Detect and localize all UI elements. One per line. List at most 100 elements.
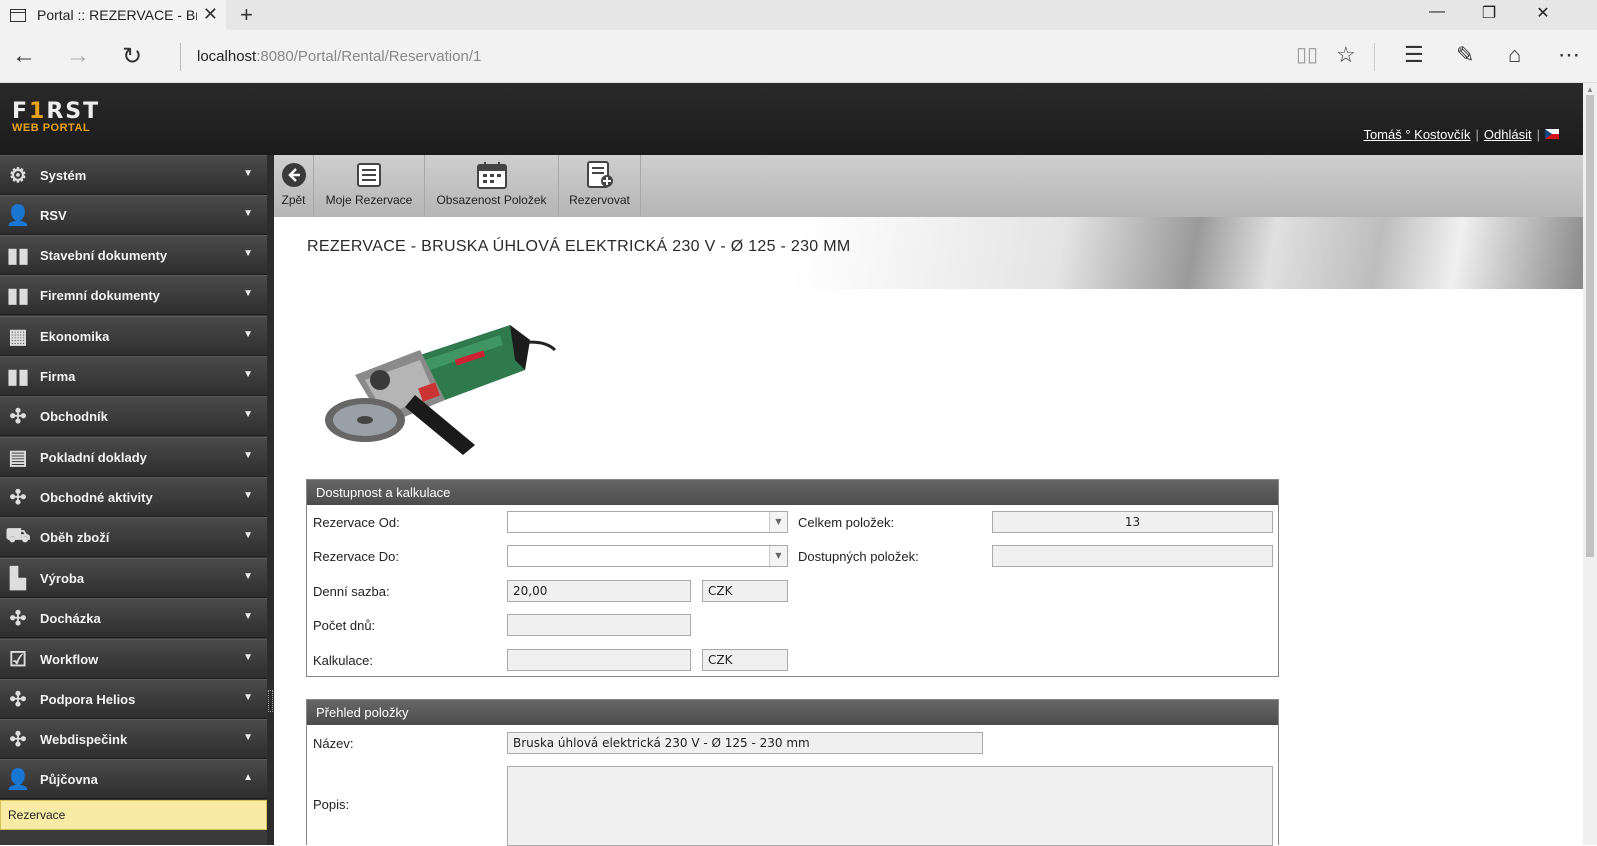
item-name-field[interactable]: Bruska úhlová elektrická 230 V - Ø 125 -… xyxy=(507,732,983,754)
gear-icon: ⚙ xyxy=(9,164,27,187)
factory-icon: ▙ xyxy=(10,567,26,590)
share-icon[interactable]: ⌂ xyxy=(1508,42,1521,68)
toolbar-divider xyxy=(1374,43,1375,71)
scroll-thumb[interactable] xyxy=(1586,95,1594,557)
my-reservations-button[interactable]: Moje Rezervace xyxy=(314,155,425,217)
truck-icon: ⛟ xyxy=(5,524,31,547)
calculation-currency-field[interactable]: CZK xyxy=(702,649,788,671)
sidebar-item-construction-docs[interactable]: ▮▮ Stavební dokumenty ▼ xyxy=(0,235,267,275)
czech-flag-icon[interactable] xyxy=(1545,129,1559,139)
chevron-down-icon: ▼ xyxy=(243,530,253,541)
calculation-field[interactable] xyxy=(507,649,691,671)
occupancy-button[interactable]: Obsazenost Položek xyxy=(425,155,559,217)
sidebar-item-business-activities[interactable]: ✣ Obchodné aktivity ▼ xyxy=(0,477,267,517)
sidebar-subitem-reservation[interactable]: Rezervace xyxy=(0,800,267,830)
daily-rate-label: Denní sazba: xyxy=(313,584,390,599)
reading-view-icon[interactable]: ▯▯ xyxy=(1296,42,1318,67)
daily-rate-currency-field[interactable]: CZK xyxy=(702,580,788,602)
daily-rate-field[interactable]: 20,00 xyxy=(507,580,691,602)
chevron-down-icon[interactable]: ▼ xyxy=(769,512,787,532)
document-icon: ▤ xyxy=(8,446,28,469)
chevron-down-icon[interactable]: ▼ xyxy=(769,546,787,566)
new-tab-icon[interactable]: + xyxy=(240,2,253,28)
logo-letter-one: 1 xyxy=(29,99,47,124)
arrows-icon: ✣ xyxy=(9,728,27,751)
sidebar-item-label: Stavební dokumenty xyxy=(40,247,168,263)
favorite-star-icon[interactable]: ☆ xyxy=(1336,42,1356,68)
total-items-label: Celkem položek: xyxy=(798,515,895,530)
portal-logo[interactable]: F1RST WEB PORTAL xyxy=(12,99,100,134)
sidebar-item-company[interactable]: ▮▮ Firma ▼ xyxy=(0,356,267,396)
hub-icon[interactable]: ☰ xyxy=(1404,42,1424,68)
item-description-field[interactable] xyxy=(507,766,1273,846)
sidebar-item-label: Firma xyxy=(40,368,76,384)
arrows-icon: ✣ xyxy=(9,405,27,428)
minimize-icon[interactable]: — xyxy=(1414,3,1460,21)
overview-panel: Přehled položky Název: Bruska úhlová ele… xyxy=(306,699,1279,846)
sidebar-item-rental[interactable]: 👤 Půjčovna ▲ xyxy=(0,759,267,799)
arrows-icon: ✣ xyxy=(9,688,27,711)
more-icon[interactable]: ⋯ xyxy=(1558,42,1580,68)
address-bar: ← → ↻ localhost:8080/Portal/Rental/Reser… xyxy=(0,30,1597,83)
sidebar-item-production[interactable]: ▙ Výroba ▼ xyxy=(0,558,267,598)
sidebar-item-label: Firemní dokumenty xyxy=(40,287,160,303)
binders-icon: ▮▮ xyxy=(6,284,29,307)
user-name-link[interactable]: Tomáš ° Kostovčík xyxy=(1363,127,1470,142)
url-path: :8080/Portal/Rental/Reservation/1 xyxy=(256,48,482,65)
reservation-from-field[interactable]: ▼ xyxy=(507,511,788,533)
page-scrollbar[interactable]: ▲ xyxy=(1583,83,1597,845)
sidebar-item-label: Obchodník xyxy=(40,408,108,424)
chevron-down-icon: ▼ xyxy=(243,329,253,340)
calculator-icon: ▦ xyxy=(8,325,28,348)
my-reservations-label: Moje Rezervace xyxy=(325,193,413,207)
sidebar-item-economy[interactable]: ▦ Ekonomika ▼ xyxy=(0,316,267,356)
sidebar-item-system[interactable]: ⚙ Systém ▼ xyxy=(0,155,267,195)
sidebar-item-label: Oběh zboží xyxy=(40,529,110,545)
sidebar-splitter[interactable] xyxy=(267,155,274,845)
product-image xyxy=(325,315,560,465)
splitter-grip[interactable] xyxy=(268,690,273,712)
page-toolbar: Zpět Moje Rezervace Obsazenost Položek R… xyxy=(274,155,1583,217)
chevron-down-icon: ▼ xyxy=(243,611,253,622)
sidebar-item-rsv[interactable]: 👤 RSV ▼ xyxy=(0,195,267,235)
reservation-to-field[interactable]: ▼ xyxy=(507,545,788,567)
binders-icon: ▮▮ xyxy=(6,365,29,388)
web-note-icon[interactable]: ✎ xyxy=(1456,42,1474,68)
available-items-label: Dostupných položek: xyxy=(798,549,919,564)
sidebar-item-helios-support[interactable]: ✣ Podpora Helios ▼ xyxy=(0,679,267,719)
url-field[interactable]: localhost:8080/Portal/Rental/Reservation… xyxy=(197,48,481,65)
sidebar-item-cash-docs[interactable]: ▤ Pokladní doklady ▼ xyxy=(0,437,267,477)
forward-arrow-icon[interactable]: → xyxy=(66,42,90,70)
sidebar-item-goods-flow[interactable]: ⛟ Oběh zboží ▼ xyxy=(0,517,267,557)
restore-icon[interactable]: ❐ xyxy=(1466,3,1512,23)
total-items-field[interactable]: 13 xyxy=(992,511,1273,533)
sidebar-item-attendance[interactable]: ✣ Docházka ▼ xyxy=(0,598,267,638)
chevron-down-icon: ▼ xyxy=(243,490,253,501)
browser-tab[interactable]: Portal :: REZERVACE - Br ✕ xyxy=(0,0,226,30)
sidebar-item-webdispatch[interactable]: ✣ Webdispečink ▼ xyxy=(0,719,267,759)
back-arrow-icon[interactable]: ← xyxy=(12,42,36,70)
refresh-icon[interactable]: ↻ xyxy=(122,42,142,71)
chevron-down-icon: ▼ xyxy=(243,168,253,179)
reserve-button[interactable]: Rezervovat xyxy=(559,155,641,217)
browser-tabbar: Portal :: REZERVACE - Br ✕ + — ❐ ✕ xyxy=(0,0,1597,30)
sidebar-item-salesman[interactable]: ✣ Obchodník ▼ xyxy=(0,396,267,436)
sidebar-item-company-docs[interactable]: ▮▮ Firemní dokumenty ▼ xyxy=(0,275,267,315)
availability-header: Dostupnost a kalkulace xyxy=(307,480,1278,505)
logout-link[interactable]: Odhlásit xyxy=(1484,127,1532,142)
close-window-icon[interactable]: ✕ xyxy=(1520,3,1566,23)
item-description-label: Popis: xyxy=(313,797,350,812)
item-name-label: Název: xyxy=(313,736,354,751)
chevron-down-icon: ▼ xyxy=(243,692,253,703)
close-tab-icon[interactable]: ✕ xyxy=(203,4,218,25)
back-button[interactable]: Zpět xyxy=(274,155,314,217)
chevron-up-icon: ▲ xyxy=(243,772,253,783)
days-count-field[interactable] xyxy=(507,614,691,636)
chevron-down-icon: ▼ xyxy=(243,248,253,259)
logo-subtitle: WEB PORTAL xyxy=(12,122,91,134)
sidebar-item-label: Půjčovna xyxy=(40,771,98,787)
available-items-field[interactable] xyxy=(992,545,1273,567)
page-title: REZERVACE - BRUSKA ÚHLOVÁ ELEKTRICKÁ 230… xyxy=(307,238,851,255)
sidebar-item-workflow[interactable]: ☑ Workflow ▼ xyxy=(0,639,267,679)
scroll-up-icon[interactable]: ▲ xyxy=(1586,85,1594,94)
